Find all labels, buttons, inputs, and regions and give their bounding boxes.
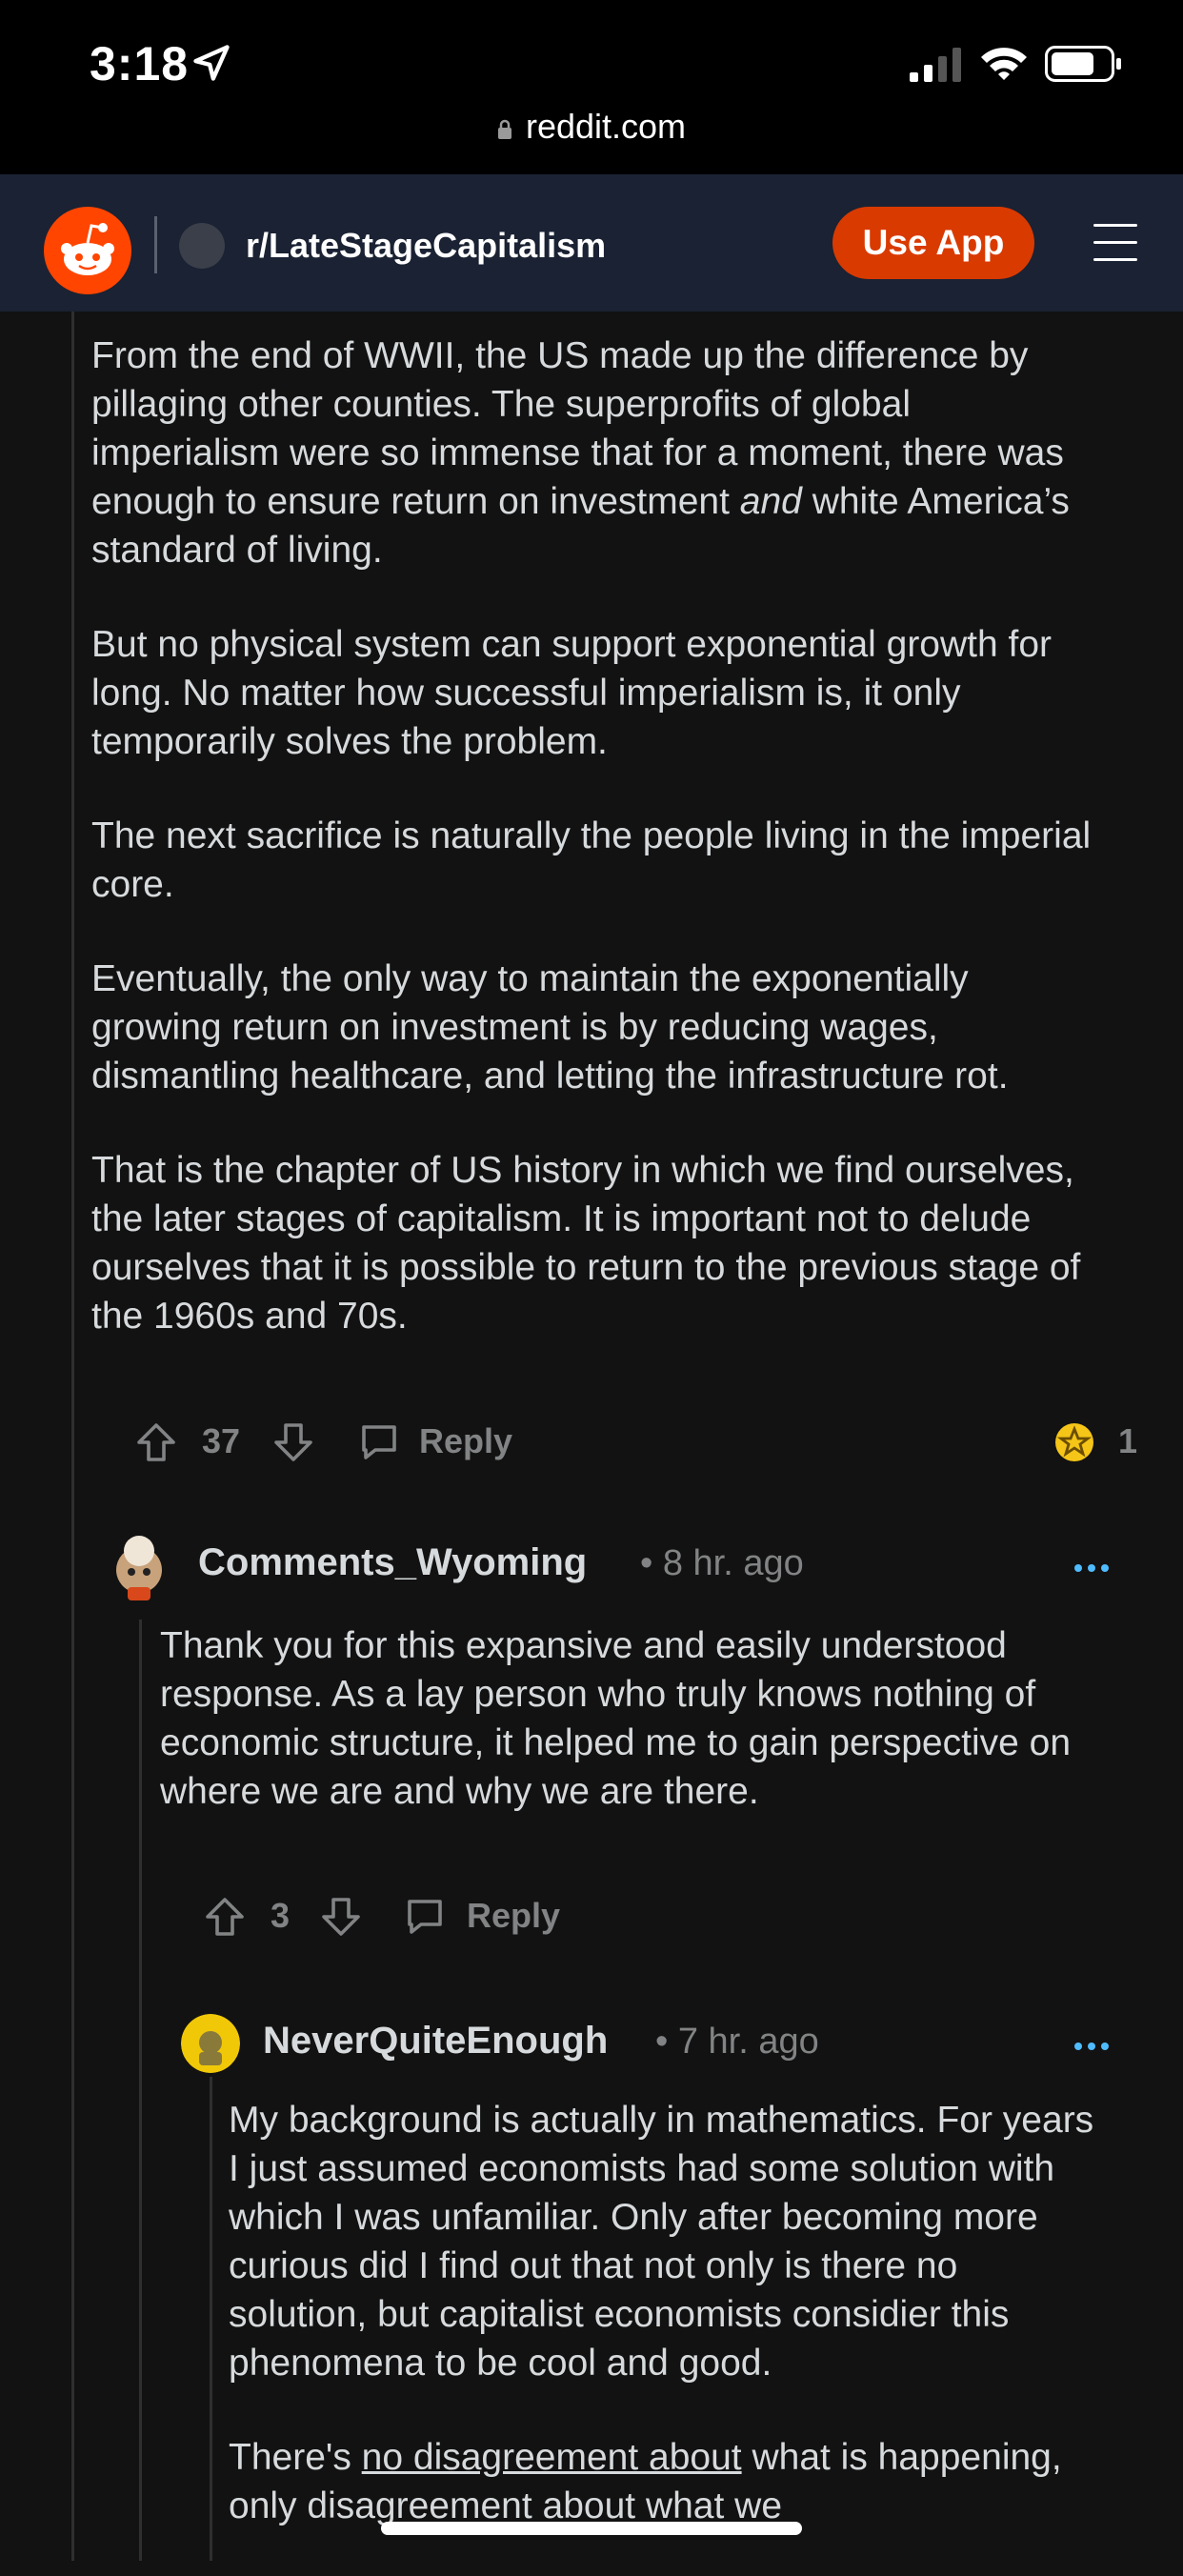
status-bar: 3:18 reddit.com: [0, 0, 1183, 174]
parent-comment-body: From the end of WWII, the US made up the…: [91, 332, 1101, 1386]
award-icon[interactable]: [1052, 1419, 1097, 1465]
user-avatar[interactable]: [181, 2014, 240, 2073]
comment-actions: 3 Reply: [198, 1890, 865, 1943]
reply-button[interactable]: Reply: [419, 1421, 512, 1461]
downvote-icon[interactable]: [318, 1894, 364, 1940]
reply-bubble-icon[interactable]: [356, 1419, 402, 1465]
location-arrow-icon: [193, 45, 230, 81]
more-options-icon[interactable]: [1073, 2041, 1111, 2052]
battery-icon: [1045, 46, 1121, 82]
header-divider: [154, 216, 157, 273]
comment-timestamp: • 8 hr. ago: [640, 1543, 804, 1583]
thread-line-1[interactable]: [71, 312, 74, 2561]
hamburger-menu-icon[interactable]: [1093, 224, 1137, 262]
award-count: 1: [1118, 1421, 1138, 1460]
comment-header: NeverQuiteEnough • 7 hr. ago: [181, 2010, 1133, 2077]
user-avatar[interactable]: [105, 1534, 173, 1602]
reddit-logo-icon[interactable]: [44, 207, 131, 294]
reply-bubble-icon[interactable]: [402, 1894, 448, 1940]
vote-count: 3: [271, 1896, 291, 1935]
home-indicator[interactable]: [381, 2522, 802, 2535]
address-bar[interactable]: reddit.com: [0, 107, 1183, 147]
upvote-icon[interactable]: [133, 1419, 179, 1465]
comment-body: My background is actually in mathematics…: [229, 2096, 1105, 2576]
comment-timestamp: • 7 hr. ago: [655, 2022, 819, 2062]
upvote-icon[interactable]: [202, 1894, 248, 1940]
comment-username[interactable]: NeverQuiteEnough: [263, 2020, 608, 2063]
comment-paragraph: The next sacrifice is naturally the peop…: [91, 815, 1092, 905]
use-app-button[interactable]: Use App: [832, 207, 1034, 279]
comment-username[interactable]: Comments_Wyoming: [198, 1541, 587, 1584]
comment-body: Thank you for this expansive and easily …: [160, 1621, 1084, 1862]
cellular-signal-icon: [910, 48, 961, 82]
thread-line-2[interactable]: [139, 1620, 142, 2561]
reply-button[interactable]: Reply: [467, 1896, 560, 1936]
inline-link[interactable]: no disagreement about: [362, 2437, 742, 2478]
comment-paragraph: Thank you for this expansive and easily …: [160, 1625, 1072, 1812]
comment-paragraph: That is the chapter of US history in whi…: [91, 1150, 1081, 1337]
more-options-icon[interactable]: [1073, 1562, 1111, 1574]
vote-count: 37: [202, 1421, 241, 1460]
lock-icon: [497, 119, 511, 139]
status-time: 3:18: [90, 37, 190, 91]
comment-paragraph: My background is actually in mathematics…: [229, 2100, 1094, 2384]
subreddit-avatar[interactable]: [179, 223, 225, 269]
reddit-header: r/LateStageCapitalism Use App: [0, 174, 1183, 312]
comment-paragraph: Eventually, the only way to maintain the…: [91, 958, 1009, 1097]
thread-line-3[interactable]: [210, 2077, 212, 2561]
comment-paragraph: But no physical system can support expon…: [91, 624, 1053, 762]
url-text: reddit.com: [525, 107, 687, 146]
parent-comment-actions: 37 Reply 1: [130, 1416, 1139, 1469]
downvote-icon[interactable]: [271, 1419, 316, 1465]
wifi-icon: [981, 48, 1027, 80]
subreddit-name[interactable]: r/LateStageCapitalism: [246, 226, 606, 266]
comment-header: Comments_Wyoming • 8 hr. ago: [105, 1534, 1133, 1600]
comment-paragraph: There's no disagreement about what is ha…: [229, 2437, 1062, 2526]
comment-paragraph: From the end of WWII, the US made up the…: [91, 335, 1070, 571]
